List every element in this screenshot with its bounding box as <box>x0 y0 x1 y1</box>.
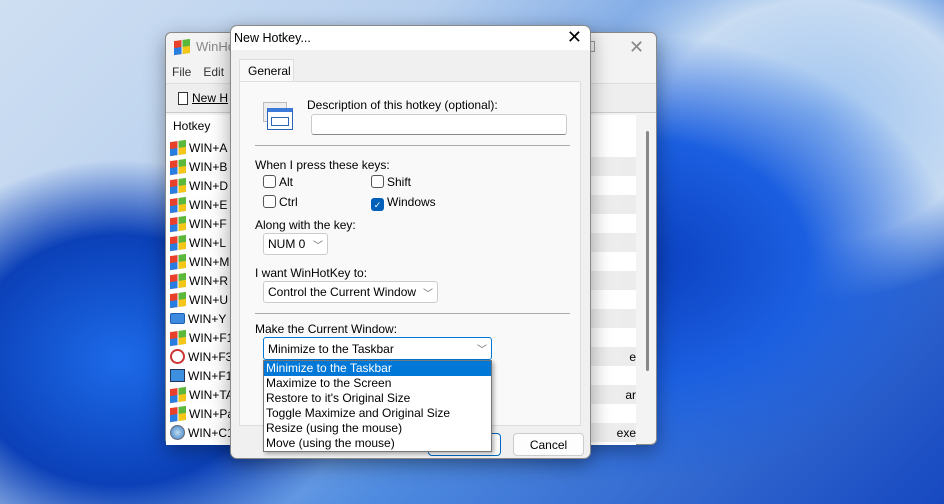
menu-edit[interactable]: Edit <box>203 65 224 79</box>
hotkey-label: WIN+F3 <box>188 349 233 364</box>
ctrl-checkbox[interactable]: Ctrl <box>263 195 298 209</box>
main-close-button[interactable]: ✕ <box>629 37 644 58</box>
windows-flag-icon <box>170 329 186 346</box>
description-input[interactable] <box>311 114 567 135</box>
hotkey-label: WIN+D <box>189 178 228 193</box>
ctrl-label: Ctrl <box>279 195 298 209</box>
windows-flag-icon <box>170 405 186 422</box>
hotkey-label: WIN+L <box>189 235 227 250</box>
windows-flag-icon <box>170 139 186 156</box>
keys-label: When I press these keys: <box>255 158 390 172</box>
window-label: Make the Current Window: <box>255 322 398 336</box>
tab-general[interactable]: General <box>239 59 294 82</box>
row-description: e <box>629 350 636 364</box>
scrollbar[interactable] <box>646 131 649 371</box>
hotkey-label: WIN+Pa <box>189 406 235 421</box>
computer-icon <box>170 369 185 382</box>
window-stack-icon <box>263 102 295 132</box>
dialog-title: New Hotkey... <box>234 31 311 45</box>
hotkey-label: WIN+R <box>189 273 228 288</box>
key-select[interactable]: NUM 0 ﹀ <box>263 233 328 255</box>
action-select[interactable]: Control the Current Window ﹀ <box>263 281 438 303</box>
dialog-title-bar: New Hotkey... ✕ <box>231 26 590 50</box>
chevron-down-icon: ﹀ <box>477 345 487 356</box>
key-value: NUM 0 <box>268 237 306 251</box>
hotkey-label: WIN+E <box>189 197 228 212</box>
clock-icon <box>170 349 185 364</box>
menu-bar: File Edit <box>172 65 224 79</box>
menu-file[interactable]: File <box>172 65 191 79</box>
new-hotkey-dialog: New Hotkey... ✕ General Description of t… <box>230 25 591 459</box>
windows-flag-icon <box>170 291 186 308</box>
windows-checkbox[interactable]: ✓ Windows <box>371 195 436 211</box>
windows-flag-icon <box>170 253 186 270</box>
window-action-dropdown-list[interactable]: Minimize to the Taskbar Maximize to the S… <box>263 360 492 452</box>
dropdown-option[interactable]: Minimize to the Taskbar <box>264 361 491 376</box>
dropdown-option[interactable]: Resize (using the mouse) <box>264 421 491 436</box>
windows-flag-icon <box>170 215 186 232</box>
hotkey-label: WIN+C1 <box>188 425 234 440</box>
main-title-bar: WinHo <box>174 38 235 55</box>
hotkey-label: WIN+U <box>189 292 228 307</box>
window-action-select[interactable]: Minimize to the Taskbar ﹀ <box>263 337 492 360</box>
checkbox-box <box>263 175 276 188</box>
windows-label: Windows <box>387 195 436 209</box>
row-description: exe <box>616 426 636 440</box>
description-label: Description of this hotkey (optional): <box>307 98 498 112</box>
windows-flag-icon <box>170 234 186 251</box>
new-document-icon <box>178 91 188 105</box>
cancel-button[interactable]: Cancel <box>513 433 584 456</box>
action-label: I want WinHotKey to: <box>255 266 368 280</box>
hotkey-label: WIN+B <box>189 159 228 174</box>
hotkey-label: WIN+M <box>189 254 230 269</box>
dropdown-option[interactable]: Restore to it's Original Size <box>264 391 491 406</box>
windows-flag-icon <box>170 196 186 213</box>
window-action-value: Minimize to the Taskbar <box>268 341 394 356</box>
shift-checkbox[interactable]: Shift <box>371 175 411 189</box>
hotkey-label: WIN+F1 <box>188 368 233 383</box>
hotkey-label: WIN+F <box>189 216 227 231</box>
hotkey-label: WIN+Y <box>188 311 227 326</box>
dialog-close-button[interactable]: ✕ <box>567 27 582 48</box>
shift-label: Shift <box>387 175 412 189</box>
new-hotkey-button[interactable]: New H <box>178 91 228 105</box>
windows-flag-icon <box>170 177 186 194</box>
windows-flag-icon <box>170 386 186 403</box>
key-label: Along with the key: <box>255 218 356 232</box>
divider <box>255 313 570 314</box>
action-value: Control the Current Window <box>268 285 417 299</box>
windows-flag-icon <box>170 158 186 175</box>
chevron-down-icon: ﹀ <box>313 240 323 252</box>
column-header-hotkey[interactable]: Hotkey <box>173 119 210 133</box>
alt-label: Alt <box>279 175 294 189</box>
alt-checkbox[interactable]: Alt <box>263 175 293 189</box>
new-hotkey-label: New H <box>192 91 229 105</box>
chevron-down-icon: ﹀ <box>423 288 433 300</box>
divider <box>255 145 570 146</box>
dropdown-option[interactable]: Move (using the mouse) <box>264 436 491 451</box>
checkmark-icon: ✓ <box>371 198 384 211</box>
dropdown-option[interactable]: Toggle Maximize and Original Size <box>264 406 491 421</box>
windows-flag-icon <box>170 272 186 289</box>
hotkey-label: WIN+F1 <box>189 330 234 345</box>
keyboard-icon <box>170 313 185 324</box>
checkbox-box <box>263 195 276 208</box>
hotkey-label: WIN+A <box>189 140 228 155</box>
checkbox-box <box>371 175 384 188</box>
hotkey-label: WIN+TA <box>189 387 234 402</box>
app-icon <box>174 38 190 55</box>
row-description: ar <box>625 388 636 402</box>
dropdown-option[interactable]: Maximize to the Screen <box>264 376 491 391</box>
safari-icon <box>170 425 185 440</box>
